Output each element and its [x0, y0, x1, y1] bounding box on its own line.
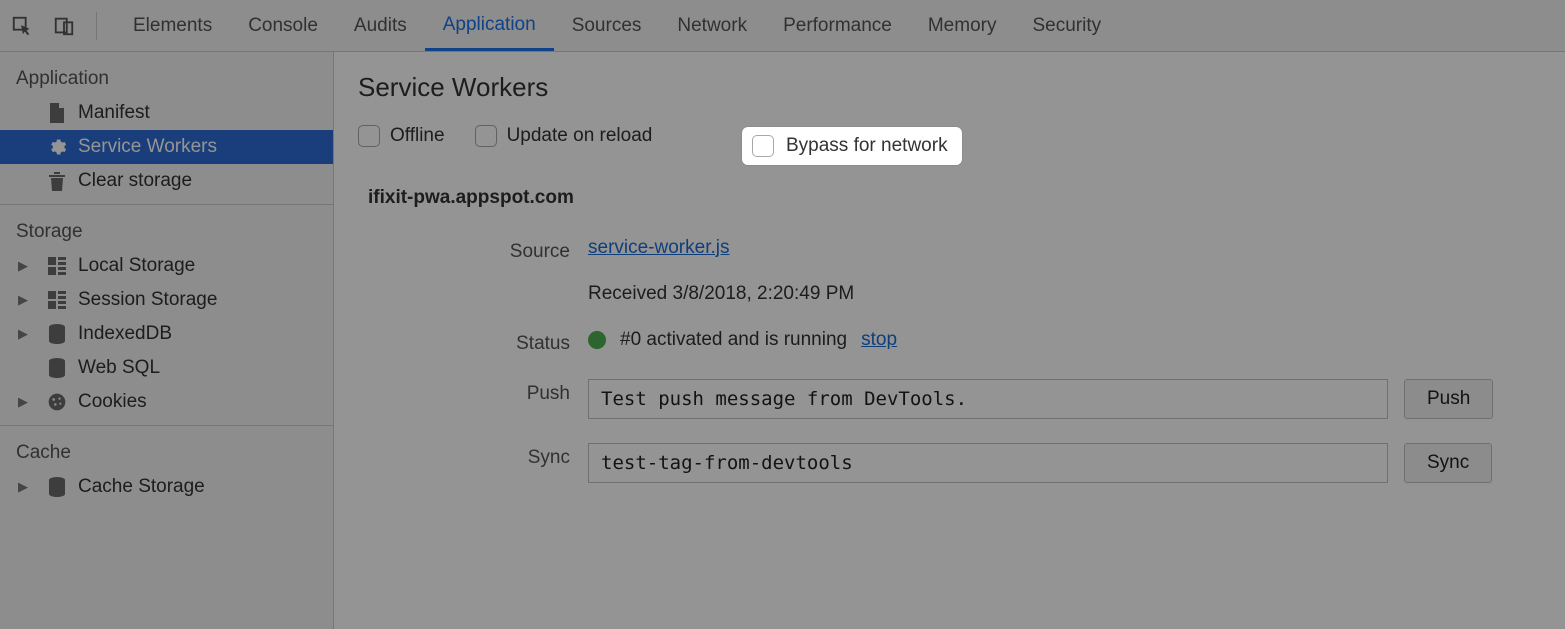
tab-network[interactable]: Network — [659, 1, 765, 51]
sidebar-item-label: Manifest — [78, 102, 150, 124]
sidebar-section-application: Application — [0, 62, 333, 96]
tab-security[interactable]: Security — [1014, 1, 1119, 51]
tab-console[interactable]: Console — [230, 1, 336, 51]
database-icon — [46, 357, 68, 379]
chevron-right-icon: ▶ — [18, 479, 28, 495]
sync-input[interactable] — [588, 443, 1388, 483]
devtools-tabbar: Elements Console Audits Application Sour… — [0, 0, 1565, 52]
sidebar-item-label: Cookies — [78, 391, 147, 413]
checkbox-icon[interactable] — [475, 125, 497, 147]
sidebar-section-cache: Cache — [0, 436, 333, 470]
sync-label: Sync — [358, 443, 588, 469]
database-icon — [46, 323, 68, 345]
push-label: Push — [358, 379, 588, 405]
sidebar-item-clear-storage[interactable]: Clear storage — [0, 164, 333, 198]
update-on-reload-checkbox-wrap[interactable]: Update on reload — [475, 125, 653, 147]
chevron-right-icon: ▶ — [18, 258, 28, 274]
tab-audits[interactable]: Audits — [336, 1, 425, 51]
grid-icon — [46, 255, 68, 277]
checkbox-label: Bypass for network — [786, 135, 948, 157]
source-link[interactable]: service-worker.js — [588, 237, 729, 258]
grid-icon — [46, 289, 68, 311]
tab-performance[interactable]: Performance — [765, 1, 910, 51]
sidebar-item-cache-storage[interactable]: ▶ Cache Storage — [0, 470, 333, 504]
sidebar-item-web-sql[interactable]: Web SQL — [0, 351, 333, 385]
push-input[interactable] — [588, 379, 1388, 419]
sidebar-item-label: Local Storage — [78, 255, 195, 277]
tab-sources[interactable]: Sources — [554, 1, 660, 51]
sidebar-item-label: Session Storage — [78, 289, 217, 311]
cookie-icon — [46, 391, 68, 413]
sidebar-item-label: IndexedDB — [78, 323, 172, 345]
sidebar-item-label: Clear storage — [78, 170, 192, 192]
database-icon — [46, 476, 68, 498]
sidebar-item-manifest[interactable]: Manifest — [0, 96, 333, 130]
stop-link[interactable]: stop — [861, 329, 897, 351]
status-dot-icon — [588, 331, 606, 349]
separator — [96, 12, 97, 40]
source-label: Source — [358, 237, 588, 263]
checkbox-label: Offline — [390, 125, 445, 147]
status-text: #0 activated and is running — [620, 329, 847, 351]
sidebar-item-label: Web SQL — [78, 357, 160, 379]
sidebar-item-indexeddb[interactable]: ▶ IndexedDB — [0, 317, 333, 351]
sidebar-item-service-workers[interactable]: Service Workers — [0, 130, 333, 164]
origin-host: ifixit-pwa.appspot.com — [368, 187, 1541, 209]
push-button[interactable]: Push — [1404, 379, 1493, 419]
checkbox-label: Update on reload — [507, 125, 653, 147]
sidebar-item-local-storage[interactable]: ▶ Local Storage — [0, 249, 333, 283]
received-time: 3/8/2018, 2:20:49 PM — [673, 283, 855, 304]
sidebar-item-cookies[interactable]: ▶ Cookies — [0, 385, 333, 419]
panel-title: Service Workers — [358, 72, 1541, 103]
document-icon — [46, 102, 68, 124]
inspect-icon[interactable] — [8, 12, 36, 40]
received-prefix: Received — [588, 283, 667, 304]
sidebar-item-label: Service Workers — [78, 136, 217, 158]
sync-button[interactable]: Sync — [1404, 443, 1492, 483]
device-toggle-icon[interactable] — [50, 12, 78, 40]
tab-memory[interactable]: Memory — [910, 1, 1015, 51]
chevron-right-icon: ▶ — [18, 292, 28, 308]
bypass-for-network-highlight: Bypass for network — [742, 127, 962, 165]
tab-application[interactable]: Application — [425, 1, 554, 51]
checkbox-icon[interactable] — [358, 125, 380, 147]
sidebar-section-storage: Storage — [0, 215, 333, 249]
tab-elements[interactable]: Elements — [115, 1, 230, 51]
chevron-right-icon: ▶ — [18, 394, 28, 410]
gear-icon — [46, 136, 68, 158]
sidebar-item-session-storage[interactable]: ▶ Session Storage — [0, 283, 333, 317]
chevron-right-icon: ▶ — [18, 326, 28, 342]
trash-icon — [46, 170, 68, 192]
checkbox-icon[interactable] — [752, 135, 774, 157]
application-sidebar: Application Manifest Service Workers Cle… — [0, 52, 334, 629]
sidebar-item-label: Cache Storage — [78, 476, 205, 498]
offline-checkbox-wrap[interactable]: Offline — [358, 125, 445, 147]
status-label: Status — [358, 329, 588, 355]
